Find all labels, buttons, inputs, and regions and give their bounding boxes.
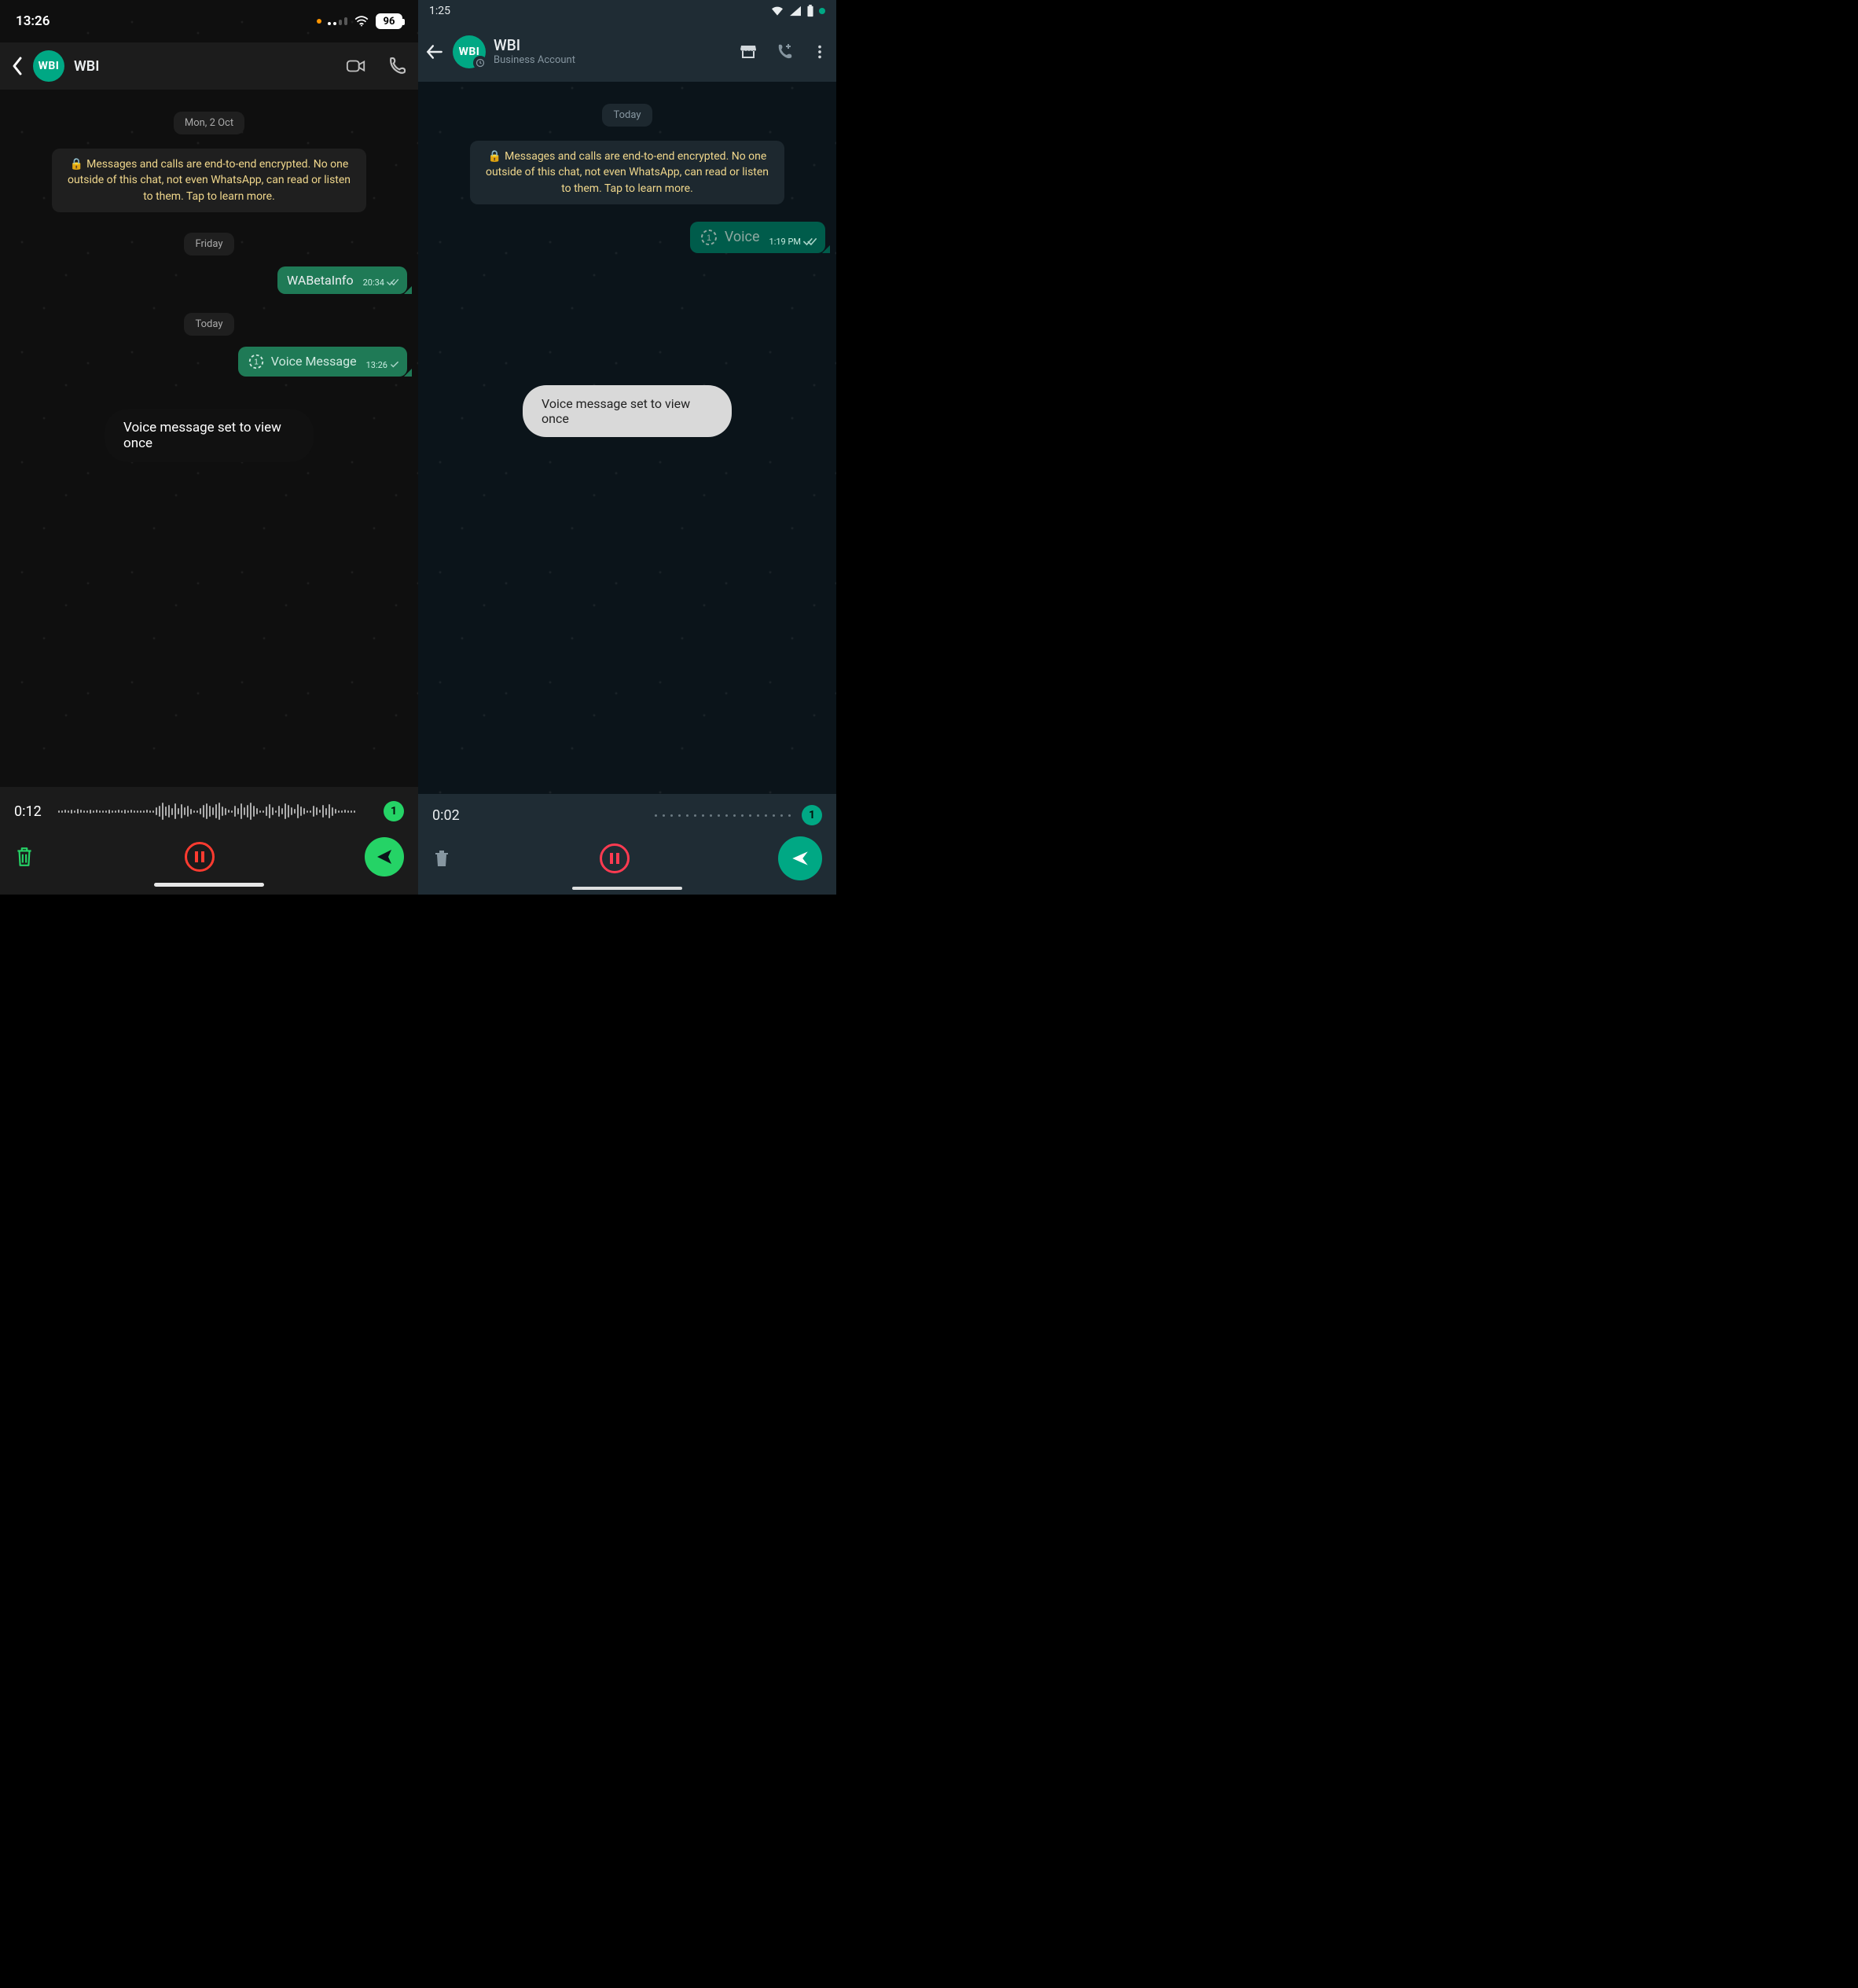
cellular-icon	[789, 6, 802, 17]
recording-timecode: 0:12	[14, 803, 49, 820]
message-time: 13:26	[366, 360, 387, 370]
avatar[interactable]: WBI	[453, 35, 486, 68]
svg-text:1: 1	[707, 233, 711, 243]
status-bar: 1:25	[418, 0, 836, 22]
overflow-menu-icon[interactable]	[811, 43, 828, 61]
encryption-notice[interactable]: 🔒Messages and calls are end-to-end encry…	[470, 141, 784, 204]
wifi-icon	[354, 16, 369, 27]
read-ticks-icon	[387, 278, 399, 286]
send-recording-button[interactable]	[365, 837, 404, 876]
svg-text:1: 1	[254, 358, 259, 367]
back-button[interactable]	[424, 42, 445, 62]
voice-label: Voice	[725, 229, 760, 245]
voice-label: Voice Message	[271, 354, 357, 369]
storefront-icon[interactable]	[739, 42, 758, 61]
business-badge-icon	[473, 56, 487, 70]
sent-tick-icon	[390, 361, 399, 369]
voice-view-once-bubble[interactable]: 1 Voice 1:19 PM	[690, 222, 825, 253]
cellular-icon	[328, 17, 347, 25]
date-chip: Mon, 2 Oct	[174, 112, 244, 134]
recording-indicator-dot	[317, 19, 321, 24]
avatar[interactable]: WBI	[33, 50, 64, 82]
chat-subtitle: Business Account	[494, 54, 731, 66]
recording-timecode: 0:02	[432, 807, 467, 824]
privacy-indicator-dot	[819, 8, 825, 14]
view-once-toggle[interactable]: 1	[802, 805, 822, 825]
voice-view-once-bubble[interactable]: 1 Voice Message 13:26	[238, 347, 407, 377]
message-time: 20:34	[363, 277, 384, 288]
view-once-toggle[interactable]: 1	[384, 801, 404, 821]
view-once-icon: 1	[248, 353, 265, 370]
phone-ios: 13:26 96 WBI WBI	[0, 0, 418, 895]
phone-android: 1:25 WBI WBI Business Account	[418, 0, 836, 895]
voice-recorder-bar: 0:12 1	[0, 787, 418, 895]
add-call-icon[interactable]	[775, 42, 794, 61]
chat-title[interactable]: WBI	[74, 58, 336, 75]
chat-header: WBI WBI	[0, 42, 418, 90]
back-button[interactable]	[11, 56, 24, 76]
videocall-icon[interactable]	[346, 56, 366, 76]
pause-recording-button[interactable]	[185, 842, 215, 872]
lock-icon: 🔒	[70, 158, 83, 171]
date-chip: Today	[184, 313, 233, 336]
home-indicator[interactable]	[154, 883, 264, 887]
date-chip: Friday	[184, 233, 233, 255]
encryption-notice[interactable]: 🔒Messages and calls are end-to-end encry…	[52, 149, 366, 212]
delete-recording-button[interactable]	[14, 846, 35, 868]
waveform[interactable]	[58, 798, 374, 825]
chat-title: WBI	[494, 38, 731, 54]
status-time: 1:25	[429, 5, 450, 17]
voicecall-icon[interactable]	[387, 56, 407, 76]
voice-recorder-bar: 0:02 1	[418, 794, 836, 895]
message-bubble-outgoing[interactable]: WABetaInfo 20:34	[277, 266, 407, 294]
read-ticks-icon	[803, 237, 817, 246]
chat-titles[interactable]: WBI Business Account	[494, 38, 731, 66]
toast: Voice message set to view once	[523, 385, 732, 437]
chat-area: Today 🔒Messages and calls are end-to-end…	[418, 82, 836, 258]
wifi-icon	[770, 6, 784, 17]
chat-area: Mon, 2 Oct 🔒Messages and calls are end-t…	[0, 90, 418, 381]
lock-icon: 🔒	[488, 150, 501, 163]
pause-recording-button[interactable]	[600, 843, 630, 873]
date-chip: Today	[602, 104, 652, 127]
status-time: 13:26	[16, 13, 50, 29]
message-text: WABetaInfo	[287, 273, 354, 288]
status-bar: 13:26 96	[0, 0, 418, 42]
toast: Voice message set to view once	[105, 409, 314, 462]
delete-recording-button[interactable]	[432, 848, 451, 869]
chat-header: WBI WBI Business Account	[418, 22, 836, 82]
message-time: 1:19 PM	[769, 237, 801, 247]
battery-icon: 96	[376, 13, 402, 29]
gesture-bar[interactable]	[572, 887, 682, 890]
battery-icon	[806, 5, 814, 17]
waveform-placeholder[interactable]	[478, 811, 791, 819]
send-recording-button[interactable]	[778, 836, 822, 880]
view-once-icon: 1	[700, 228, 718, 247]
